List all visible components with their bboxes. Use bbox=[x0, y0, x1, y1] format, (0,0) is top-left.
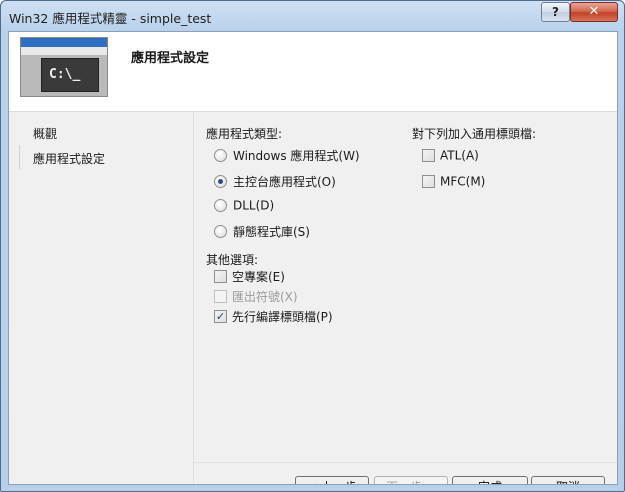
check-empty-project-box[interactable] bbox=[214, 270, 227, 283]
help-button[interactable]: ? bbox=[541, 2, 570, 22]
console-app-image: C:\_ bbox=[20, 37, 108, 97]
check-precompiled-header[interactable]: ✓ 先行編譯標頭檔(P) bbox=[214, 308, 333, 326]
check-export-symbols[interactable]: 匯出符號(X) bbox=[214, 288, 298, 306]
check-atl-box[interactable] bbox=[422, 149, 435, 162]
radio-static-lib[interactable]: 靜態程式庫(S) bbox=[214, 223, 310, 241]
check-mfc-box[interactable] bbox=[422, 175, 435, 188]
radio-windows-app-dot[interactable] bbox=[214, 149, 227, 162]
title-bar[interactable]: Win32 應用程式精靈 - simple_test ? ✕ bbox=[1, 1, 624, 31]
check-atl[interactable]: ATL(A) bbox=[422, 148, 479, 166]
other-options-heading: 其他選項: bbox=[206, 253, 259, 267]
back-button[interactable]: < 上一步 bbox=[295, 476, 369, 484]
nav-item-app-settings[interactable]: 應用程式設定 bbox=[33, 150, 105, 167]
page-title: 應用程式設定 bbox=[131, 51, 210, 66]
nav-selection-bar bbox=[19, 145, 20, 169]
check-export-symbols-box[interactable] bbox=[214, 290, 227, 303]
radio-windows-app[interactable]: Windows 應用程式(W) bbox=[214, 147, 360, 165]
console-screen: C:\_ bbox=[41, 58, 99, 92]
header-banner: C:\_ 應用程式設定 bbox=[9, 32, 617, 112]
nav-item-overview[interactable]: 概觀 bbox=[33, 125, 57, 142]
radio-console-app-dot[interactable] bbox=[214, 175, 227, 188]
radio-console-app[interactable]: 主控台應用程式(O) bbox=[214, 173, 336, 191]
close-button[interactable]: ✕ bbox=[570, 2, 618, 22]
common-headers-heading: 對下列加入通用標頭檔: bbox=[412, 127, 537, 141]
footer-divider bbox=[193, 462, 617, 463]
check-mfc[interactable]: MFC(M) bbox=[422, 174, 485, 192]
app-type-heading: 應用程式類型: bbox=[206, 127, 283, 141]
wizard-nav: 概觀 應用程式設定 bbox=[9, 112, 191, 484]
cancel-button[interactable]: 取消 bbox=[531, 476, 605, 484]
settings-panel: 應用程式類型: Windows 應用程式(W) 主控台應用程式(O) DLL(D… bbox=[193, 112, 617, 484]
radio-dll-dot[interactable] bbox=[214, 199, 227, 212]
radio-static-lib-dot[interactable] bbox=[214, 225, 227, 238]
check-empty-project[interactable]: 空專案(E) bbox=[214, 268, 285, 286]
radio-dll[interactable]: DLL(D) bbox=[214, 198, 274, 216]
finish-button[interactable]: 完成 bbox=[452, 476, 528, 484]
next-button[interactable]: 下一步 > bbox=[374, 476, 448, 484]
dialog-client: C:\_ 應用程式設定 概觀 應用程式設定 應用程式類型: Windows 應用… bbox=[8, 31, 618, 485]
check-precompiled-header-box[interactable]: ✓ bbox=[214, 310, 227, 323]
wizard-window: Win32 應用程式精靈 - simple_test ? ✕ C:\_ 應用程式… bbox=[0, 0, 625, 492]
window-title: Win32 應用程式精靈 - simple_test bbox=[9, 11, 212, 26]
